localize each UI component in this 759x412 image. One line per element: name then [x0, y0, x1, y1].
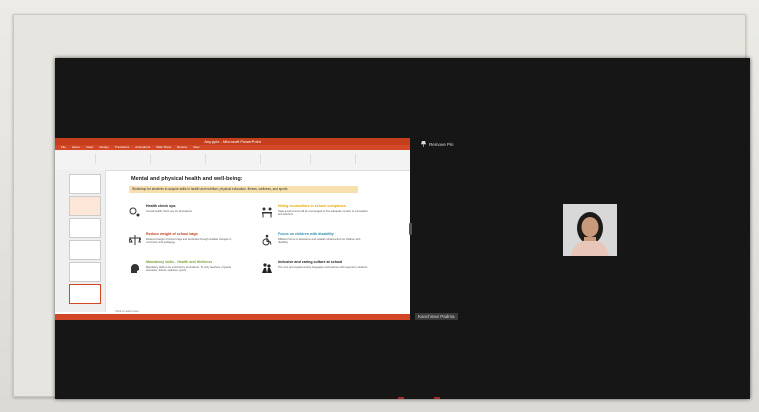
- item-body: Mandatory skills to be enriched by all s…: [146, 266, 231, 273]
- item-body: The core and supplementary languages and…: [278, 266, 368, 269]
- slide-canvas[interactable]: Mental and physical health and well-bein…: [115, 174, 405, 314]
- item-body: Reduced weight of school bags and textbo…: [146, 238, 232, 245]
- wheelchair-icon: [262, 234, 272, 246]
- notes-placeholder[interactable]: Click to add notes: [115, 309, 139, 313]
- counselling-icon: [262, 207, 272, 218]
- status-bar: [55, 314, 410, 320]
- remove-pin-label: Remove Pin: [429, 141, 454, 147]
- slide-thumbnail[interactable]: [69, 218, 101, 238]
- slide-thumbnail[interactable]: [69, 174, 101, 194]
- remove-pin-button[interactable]: Remove Pin: [421, 141, 454, 147]
- item-body: Annual health check ups for all students: [146, 210, 192, 213]
- meeting-screen: Any.pptx - Microsoft PowerPoint File Hom…: [55, 58, 750, 399]
- taskbar-indicators: [398, 397, 448, 399]
- slide-thumbnail[interactable]: [69, 262, 101, 282]
- item-heading: Reduce weight of school bags: [146, 232, 198, 236]
- slide-thumbnail[interactable]: [69, 196, 101, 216]
- participant-avatar: [563, 204, 617, 256]
- stethoscope-icon: [129, 207, 140, 217]
- item-heading: Health check ups: [146, 204, 176, 208]
- head-brain-icon: [131, 264, 139, 273]
- participant-name-label: Kanchiravi Padma: [415, 313, 458, 320]
- monitor-frame: Any.pptx - Microsoft PowerPoint File Hom…: [13, 14, 750, 399]
- slide-thumbnail[interactable]: [69, 240, 101, 260]
- item-heading: Focus on children with disability: [278, 232, 334, 236]
- item-body: Different forms of assistance and suitab…: [278, 238, 361, 245]
- slide-subtitle: Workshop for students to acquire skills …: [129, 186, 358, 193]
- slide-thumbnail-selected[interactable]: [69, 284, 101, 304]
- item-heading: Mandatory skills - Health and Wellness: [146, 260, 213, 264]
- slide-thumbnail-pane[interactable]: [55, 170, 106, 312]
- item-heading: Inclusive and caring culture at school: [278, 260, 343, 264]
- shared-screen-presentation[interactable]: Any.pptx - Microsoft PowerPoint File Hom…: [55, 138, 410, 320]
- scale-icon: [129, 235, 141, 245]
- item-heading: Hiring counsellors in school complexes: [278, 204, 346, 208]
- pin-icon: [421, 141, 426, 147]
- participant-video-thumbnail[interactable]: [563, 204, 617, 256]
- window-title: Any.pptx - Microsoft PowerPoint: [55, 138, 410, 145]
- split-handle[interactable]: [409, 223, 412, 235]
- people-icon: [262, 263, 272, 273]
- item-body: State governments will be encouraged to …: [278, 210, 368, 217]
- slide-title: Mental and physical health and well-bein…: [131, 176, 243, 182]
- ribbon-toolbar[interactable]: [55, 150, 410, 171]
